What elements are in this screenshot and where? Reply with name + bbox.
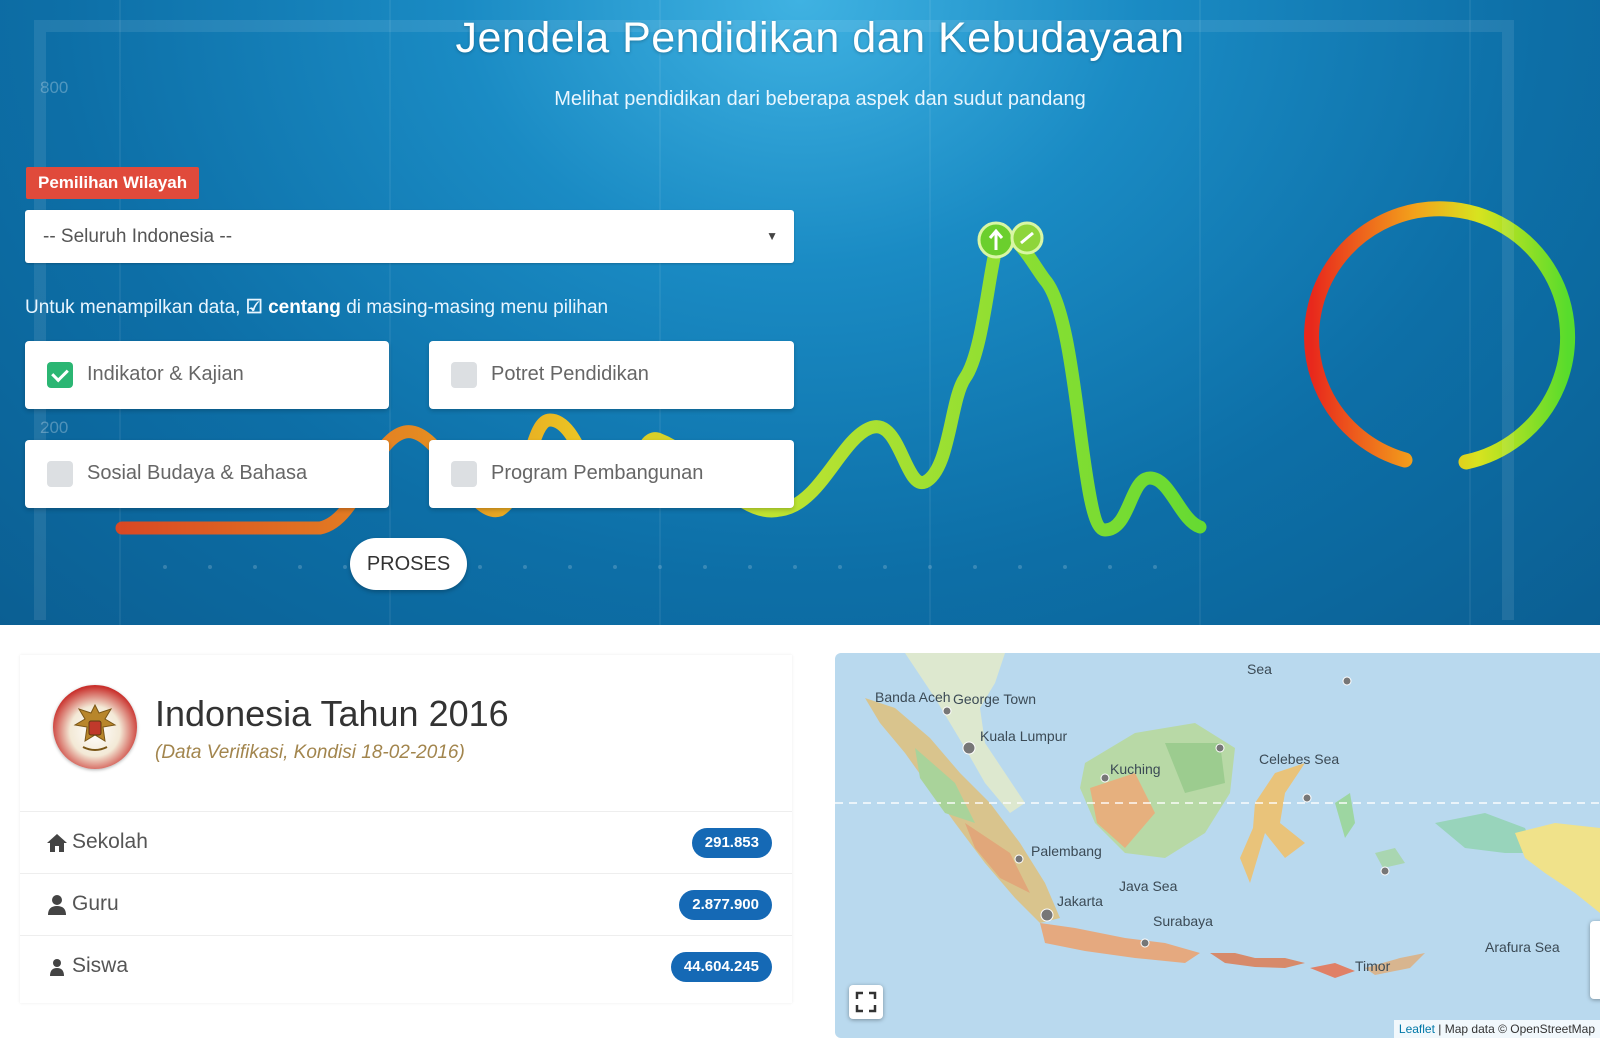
map-attribution: Leaflet | Map data © OpenStreetMap: [1393, 1020, 1600, 1038]
map-label-celebes-sea: Celebes Sea: [1259, 751, 1340, 767]
map-zoom-control[interactable]: [1590, 921, 1600, 999]
checkbox-icon[interactable]: [47, 461, 73, 487]
map-label-sea: Sea: [1247, 661, 1272, 677]
option-potret-pendidikan[interactable]: Potret Pendidikan: [429, 341, 794, 409]
map-label-kuching: Kuching: [1110, 761, 1161, 777]
option-label: Potret Pendidikan: [491, 363, 649, 385]
checkbox-checked-icon[interactable]: [47, 362, 73, 388]
map-label-jakarta: Jakarta: [1057, 893, 1103, 909]
stat-label: Sekolah: [72, 830, 148, 853]
user-icon: [50, 959, 64, 976]
stat-value-badge: 44.604.245: [670, 952, 772, 982]
stat-row-sekolah: Sekolah 291.853: [20, 811, 792, 873]
map-label-kuala-lumpur: Kuala Lumpur: [980, 728, 1068, 744]
option-label: Sosial Budaya & Bahasa: [87, 462, 308, 484]
fullscreen-icon: [855, 991, 877, 1013]
option-sosial-budaya-bahasa[interactable]: Sosial Budaya & Bahasa: [25, 440, 389, 508]
attribution-text: | Map data © OpenStreetMap: [1438, 1022, 1595, 1036]
stat-row-guru: Guru 2.877.900: [20, 873, 792, 935]
instruction-text: Untuk menampilkan data, ☑ centang di mas…: [25, 296, 608, 319]
option-label: Indikator & Kajian: [87, 363, 244, 385]
garuda-icon: [73, 703, 117, 751]
process-button[interactable]: PROSES: [350, 538, 467, 590]
bg-axis-label: 200: [40, 418, 69, 437]
instruction-before: Untuk menampilkan data,: [25, 297, 241, 318]
hero-banner: 800 200 Jendela Pendidikan dan Kebudayaa…: [0, 0, 1600, 625]
user-icon: [48, 895, 66, 915]
stat-value-badge: 291.853: [691, 828, 772, 858]
garuda-emblem-logo: [53, 685, 137, 769]
stat-value-badge: 2.877.900: [679, 890, 772, 920]
summary-title: Indonesia Tahun 2016: [155, 693, 509, 734]
map-tiles: [835, 653, 1600, 978]
option-indikator-kajian[interactable]: Indikator & Kajian: [25, 341, 389, 409]
instruction-after: di masing-masing menu pilihan: [346, 297, 609, 318]
map-label-surabaya: Surabaya: [1153, 913, 1213, 929]
option-label: Program Pembangunan: [491, 462, 704, 484]
region-select-value: -- Seluruh Indonesia --: [43, 226, 233, 247]
checkbox-edit-icon: ☑: [245, 297, 263, 318]
checkbox-icon[interactable]: [451, 461, 477, 487]
map-label-george-town: George Town: [953, 691, 1037, 707]
map-label-java-sea: Java Sea: [1119, 878, 1178, 894]
region-select[interactable]: -- Seluruh Indonesia -- ▼: [25, 210, 794, 263]
home-icon: [47, 834, 67, 852]
stat-row-siswa: Siswa 44.604.245: [20, 935, 792, 997]
fullscreen-button[interactable]: [849, 985, 883, 1019]
leaflet-link[interactable]: Leaflet: [1399, 1022, 1435, 1036]
checkbox-icon[interactable]: [451, 362, 477, 388]
summary-card: Indonesia Tahun 2016 (Data Verifikasi, K…: [20, 655, 792, 1003]
region-label-badge: Pemilihan Wilayah: [26, 167, 200, 199]
page-title: Jendela Pendidikan dan Kebudayaan: [455, 14, 1185, 62]
stat-label: Siswa: [72, 954, 129, 977]
option-program-pembangunan[interactable]: Program Pembangunan: [429, 440, 794, 508]
map-label-palembang: Palembang: [1031, 843, 1102, 859]
map-label-arafura-sea: Arafura Sea: [1485, 939, 1560, 955]
map-label-timor: Timor: [1355, 958, 1391, 974]
instruction-bold: centang: [268, 297, 341, 318]
page-subtitle: Melihat pendidikan dari beberapa aspek d…: [554, 88, 1086, 110]
caret-down-icon: ▼: [766, 229, 778, 243]
indonesia-map[interactable]: Banda Aceh George Town Kuala Lumpur Pale…: [835, 653, 1600, 1038]
map-label-banda-aceh: Banda Aceh: [875, 689, 951, 705]
stat-label: Guru: [72, 892, 119, 915]
summary-subtitle: (Data Verifikasi, Kondisi 18-02-2016): [155, 742, 465, 763]
